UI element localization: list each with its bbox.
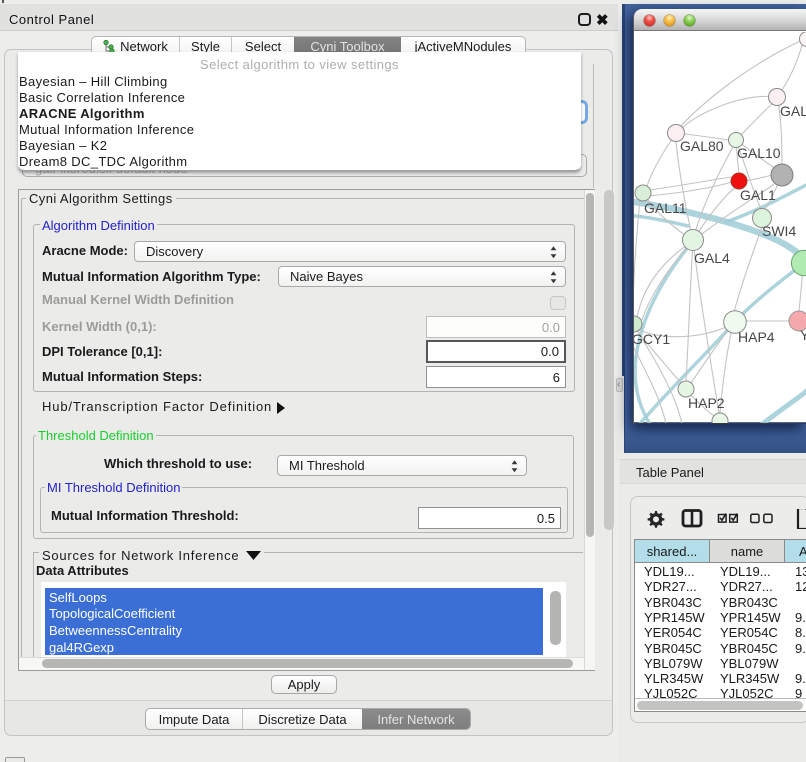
svg-text:GCY1: GCY1 bbox=[634, 331, 670, 347]
svg-text:GAL7: GAL7 bbox=[780, 103, 806, 119]
svg-text:GAL80: GAL80 bbox=[680, 138, 724, 154]
svg-text:GAL4: GAL4 bbox=[694, 250, 730, 266]
svg-text:HAP4: HAP4 bbox=[738, 329, 775, 345]
svg-text:GAL11: GAL11 bbox=[644, 200, 687, 216]
svg-text:YB: YB bbox=[800, 327, 806, 343]
svg-text:HAP2: HAP2 bbox=[688, 395, 725, 411]
svg-text:GAL10: GAL10 bbox=[737, 145, 781, 161]
svg-text:SWI4: SWI4 bbox=[762, 223, 796, 239]
svg-text:GAL1: GAL1 bbox=[740, 187, 776, 203]
